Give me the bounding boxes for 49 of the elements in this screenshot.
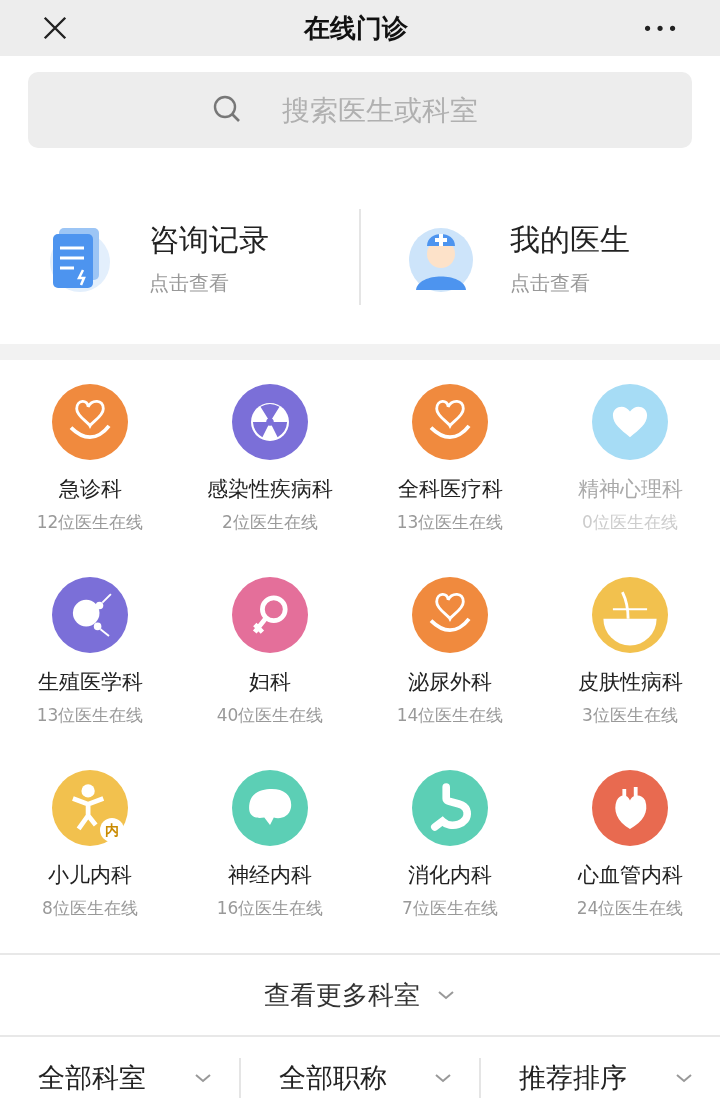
doctor-count: 24位医生在线	[576, 896, 684, 920]
filter-dropdown[interactable]: 全部科室	[0, 1057, 239, 1099]
shortcut-subtitle: 点击查看	[149, 269, 230, 297]
department-item[interactable]: 全科医疗科 13位医生在线	[360, 370, 540, 563]
department-name: 感染性疾病科	[207, 476, 333, 503]
department-item[interactable]: 泌尿外科 14位医生在线	[360, 563, 540, 756]
doctor-count: 8位医生在线	[42, 896, 138, 920]
department-name: 急诊科	[58, 476, 122, 503]
doctor-count: 16位医生在线	[216, 896, 324, 920]
search-icon	[212, 94, 242, 124]
doctor-count: 3位医生在线	[582, 703, 678, 727]
department-name: 精神心理科	[577, 476, 683, 503]
close-icon	[41, 14, 69, 42]
shortcut-title: 我的医生	[510, 220, 630, 259]
shortcut-subtitle: 点击查看	[510, 269, 591, 297]
department-item[interactable]: 消化内科 7位医生在线	[360, 756, 540, 949]
department-item[interactable]: 内 小儿内科 8位医生在线	[0, 756, 180, 949]
filter-dropdown[interactable]: 全部职称	[240, 1057, 480, 1099]
department-item[interactable]: 妇科 40位医生在线	[180, 563, 360, 756]
department-item[interactable]: 皮肤性病科 3位医生在线	[540, 563, 720, 756]
doctor-count: 2位医生在线	[222, 510, 318, 534]
more-departments-link[interactable]: 查看更多科室	[264, 975, 456, 1015]
department-item[interactable]: 心血管内科 24位医生在线	[540, 756, 720, 949]
department-name: 消化内科	[408, 862, 492, 889]
department-item[interactable]: 生殖医学科 13位医生在线	[0, 563, 180, 756]
more-button[interactable]: •••	[642, 14, 680, 42]
department-name: 全科医疗科	[397, 476, 503, 503]
department-name: 妇科	[249, 669, 291, 696]
department-item[interactable]: 急诊科 12位医生在线	[0, 370, 180, 563]
doctor-count: 14位医生在线	[396, 703, 504, 727]
shortcut-card[interactable]: 我的医生 点击查看	[359, 209, 720, 305]
shortcut-title: 咨询记录	[149, 220, 269, 259]
doctor-count: 13位医生在线	[396, 510, 504, 534]
department-name: 心血管内科	[577, 862, 683, 889]
page-title: 在线门诊	[304, 11, 409, 45]
department-item[interactable]: 感染性疾病科 2位医生在线	[180, 370, 360, 563]
department-name: 泌尿外科	[408, 669, 492, 696]
department-name: 皮肤性病科	[577, 669, 683, 696]
doctor-count: 40位医生在线	[216, 703, 324, 727]
department-name: 神经内科	[228, 862, 312, 889]
search-field[interactable]: 搜索医生或科室	[28, 72, 692, 148]
department-item[interactable]: 神经内科 16位医生在线	[180, 756, 360, 949]
department-name: 生殖医学科	[37, 669, 143, 696]
department-name: 小儿内科	[48, 862, 132, 889]
shortcut-card[interactable]: 咨询记录 点击查看	[0, 209, 359, 305]
doctor-count: 13位医生在线	[36, 703, 144, 727]
filter-dropdown[interactable]: 推荐排序	[481, 1057, 720, 1099]
doctor-count: 7位医生在线	[402, 896, 498, 920]
doctor-count: 12位医生在线	[36, 510, 144, 534]
